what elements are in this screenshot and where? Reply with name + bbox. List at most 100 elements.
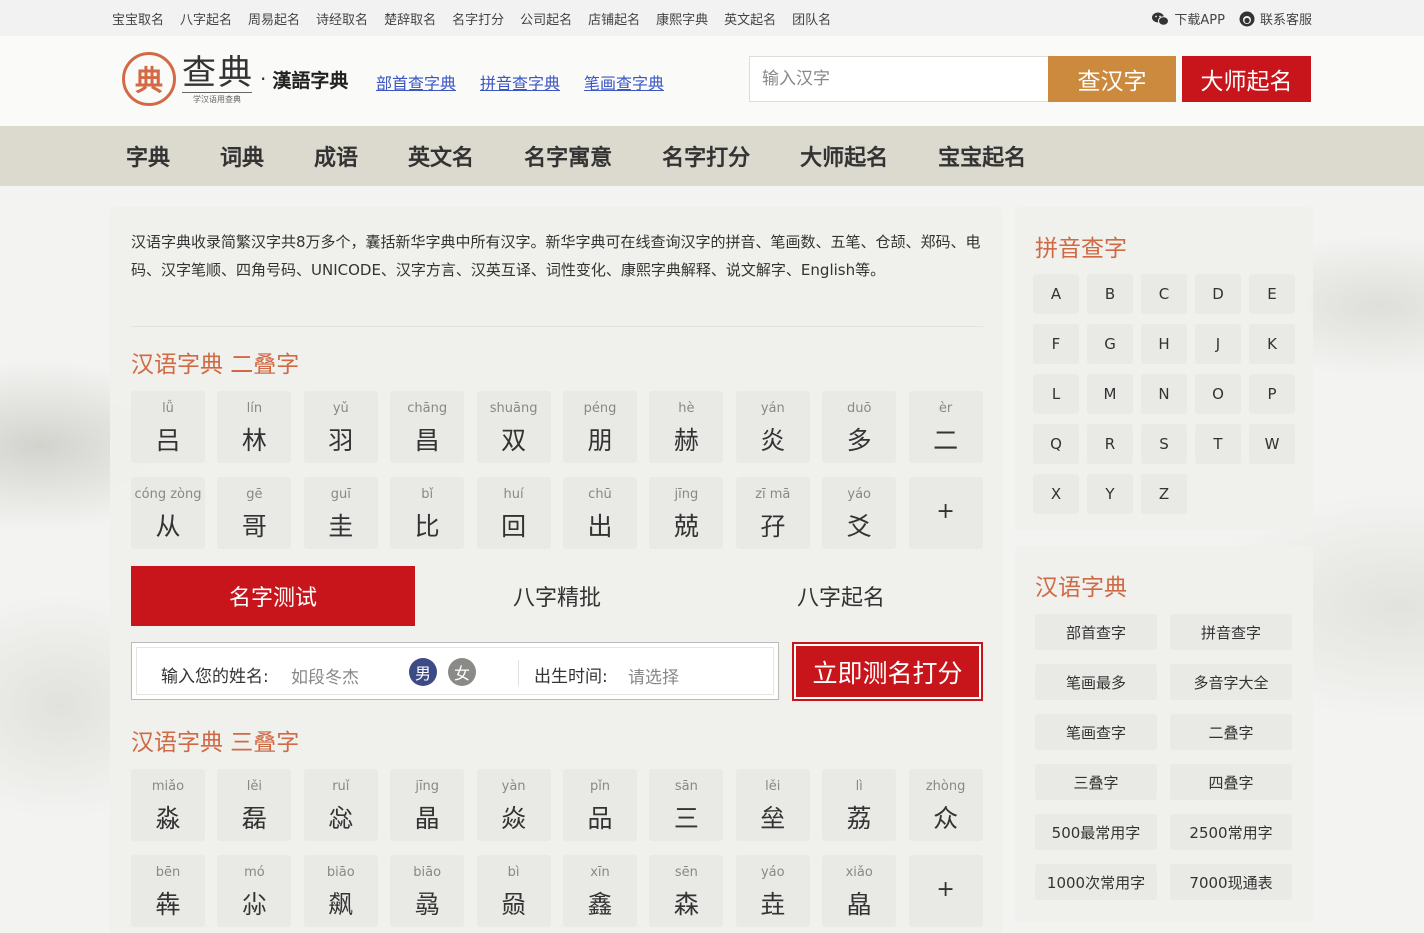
nav-item-cidian[interactable]: 词典	[220, 140, 264, 172]
triple-char-cell[interactable]: lì 荔	[822, 769, 897, 841]
triple-char-cell[interactable]: pǐn 品	[563, 769, 637, 841]
pinyin-letter-button[interactable]: F	[1033, 324, 1079, 364]
pinyin-letter-button[interactable]: P	[1249, 374, 1295, 414]
pinyin-letter-button[interactable]: H	[1141, 324, 1187, 364]
more-chars-button[interactable]: +	[908, 477, 983, 549]
pinyin-letter-button[interactable]: Y	[1087, 474, 1133, 514]
triple-char-cell[interactable]: sān 三	[649, 769, 724, 841]
pinyin-letter-button[interactable]: G	[1087, 324, 1133, 364]
pinyin-letter-button[interactable]: O	[1195, 374, 1241, 414]
pinyin-letter-button[interactable]: X	[1033, 474, 1079, 514]
double-char-cell[interactable]: chāng 昌	[390, 391, 465, 463]
nav-item-chengyu[interactable]: 成语	[314, 140, 358, 172]
top-link[interactable]: 英文起名	[724, 9, 776, 28]
double-char-cell[interactable]: hè 赫	[649, 391, 724, 463]
nav-item-name-meaning[interactable]: 名字寓意	[524, 140, 612, 172]
dictionary-link-button[interactable]: 部首查字	[1035, 614, 1157, 650]
triple-char-cell[interactable]: biāo 骉	[390, 855, 465, 927]
nav-item-english-name[interactable]: 英文名	[408, 140, 474, 172]
contact-service-link[interactable]: 联系客服	[1239, 9, 1312, 28]
top-link[interactable]: 宝宝取名	[112, 9, 164, 28]
triple-char-cell[interactable]: lěi 垒	[735, 769, 810, 841]
triple-char-cell[interactable]: sēn 森	[649, 855, 724, 927]
master-naming-button[interactable]: 大师起名	[1182, 56, 1311, 102]
pinyin-lookup-link[interactable]: 拼音查字典	[480, 70, 560, 94]
triple-char-cell[interactable]: jīng 晶	[390, 769, 465, 841]
double-char-cell[interactable]: guī 圭	[303, 477, 378, 549]
pinyin-letter-button[interactable]: A	[1033, 274, 1079, 314]
triple-char-cell[interactable]: biāo 飙	[303, 855, 378, 927]
pinyin-letter-button[interactable]: S	[1141, 424, 1187, 464]
triple-char-cell[interactable]: miǎo 淼	[131, 769, 205, 841]
pinyin-letter-button[interactable]: K	[1249, 324, 1295, 364]
triple-char-cell[interactable]: xīn 鑫	[563, 855, 637, 927]
nav-item-name-score[interactable]: 名字打分	[662, 140, 750, 172]
pinyin-letter-button[interactable]: N	[1141, 374, 1187, 414]
dictionary-link-button[interactable]: 笔画查字	[1035, 714, 1157, 750]
top-link[interactable]: 康熙字典	[656, 9, 708, 28]
pinyin-letter-button[interactable]: Z	[1141, 474, 1187, 514]
top-link[interactable]: 名字打分	[452, 9, 504, 28]
double-char-cell[interactable]: èr 二	[908, 391, 983, 463]
triple-char-cell[interactable]: mó 尛	[217, 855, 292, 927]
pinyin-letter-button[interactable]: Q	[1033, 424, 1079, 464]
double-char-cell[interactable]: péng 朋	[563, 391, 637, 463]
top-link[interactable]: 店铺起名	[588, 9, 640, 28]
dictionary-link-button[interactable]: 7000现通表	[1170, 864, 1292, 900]
dictionary-link-button[interactable]: 2500常用字	[1170, 814, 1292, 850]
pinyin-letter-button[interactable]: W	[1249, 424, 1295, 464]
nav-item-master-naming[interactable]: 大师起名	[800, 140, 888, 172]
gender-male-button[interactable]: 男	[409, 658, 437, 686]
triple-char-cell[interactable]: bēn 犇	[131, 855, 205, 927]
triple-char-cell[interactable]: bì 赑	[476, 855, 551, 927]
name-score-submit-button[interactable]: 立即测名打分	[792, 642, 983, 701]
pinyin-letter-button[interactable]: L	[1033, 374, 1079, 414]
name-input[interactable]: 如段冬杰	[291, 663, 359, 688]
double-char-cell[interactable]: chū 出	[563, 477, 637, 549]
double-char-cell[interactable]: duō 多	[822, 391, 897, 463]
radical-lookup-link[interactable]: 部首查字典	[376, 70, 456, 94]
dictionary-link-button[interactable]: 500最常用字	[1035, 814, 1157, 850]
search-input[interactable]	[750, 57, 1048, 101]
top-link[interactable]: 公司起名	[520, 9, 572, 28]
top-link[interactable]: 团队名	[792, 9, 831, 28]
pinyin-letter-button[interactable]: R	[1087, 424, 1133, 464]
top-link[interactable]: 八字起名	[180, 9, 232, 28]
double-char-cell[interactable]: gē 哥	[217, 477, 292, 549]
double-char-cell[interactable]: cóng zòng 从	[131, 477, 205, 549]
pinyin-letter-button[interactable]: B	[1087, 274, 1133, 314]
triple-char-cell[interactable]: lěi 磊	[217, 769, 292, 841]
top-link[interactable]: 周易起名	[248, 9, 300, 28]
nav-item-baby-naming[interactable]: 宝宝起名	[938, 140, 1026, 172]
double-char-cell[interactable]: shuāng 双	[476, 391, 551, 463]
double-char-cell[interactable]: yǔ 羽	[303, 391, 378, 463]
dictionary-link-button[interactable]: 三叠字	[1035, 764, 1157, 800]
more-chars-button[interactable]: +	[908, 855, 983, 927]
dictionary-link-button[interactable]: 多音字大全	[1170, 664, 1292, 700]
download-app-link[interactable]: 下载APP	[1152, 9, 1225, 28]
double-char-cell[interactable]: jīng 兢	[649, 477, 724, 549]
double-char-cell[interactable]: lǚ 吕	[131, 391, 205, 463]
top-link[interactable]: 诗经取名	[316, 9, 368, 28]
dictionary-link-button[interactable]: 四叠字	[1170, 764, 1292, 800]
triple-char-cell[interactable]: zhòng 众	[908, 769, 983, 841]
triple-char-cell[interactable]: yàn 焱	[476, 769, 551, 841]
tab-bazi-naming[interactable]: 八字起名	[699, 566, 983, 626]
double-char-cell[interactable]: bǐ 比	[390, 477, 465, 549]
gender-female-button[interactable]: 女	[448, 658, 476, 686]
triple-char-cell[interactable]: xiǎo 皛	[822, 855, 897, 927]
pinyin-letter-button[interactable]: E	[1249, 274, 1295, 314]
triple-char-cell[interactable]: yáo 垚	[735, 855, 810, 927]
search-char-button[interactable]: 查汉字	[1048, 56, 1176, 102]
double-char-cell[interactable]: zī mā 孖	[735, 477, 810, 549]
pinyin-letter-button[interactable]: T	[1195, 424, 1241, 464]
nav-item-zidian[interactable]: 字典	[126, 140, 170, 172]
double-char-cell[interactable]: yán 炎	[735, 391, 810, 463]
dictionary-link-button[interactable]: 拼音查字	[1170, 614, 1292, 650]
dictionary-link-button[interactable]: 1000次常用字	[1035, 864, 1157, 900]
double-char-cell[interactable]: huí 回	[476, 477, 551, 549]
double-char-cell[interactable]: lín 林	[217, 391, 292, 463]
pinyin-letter-button[interactable]: D	[1195, 274, 1241, 314]
site-logo[interactable]: 典 查典 学汉语用查典 · 漢語字典	[122, 52, 348, 106]
pinyin-letter-button[interactable]: M	[1087, 374, 1133, 414]
